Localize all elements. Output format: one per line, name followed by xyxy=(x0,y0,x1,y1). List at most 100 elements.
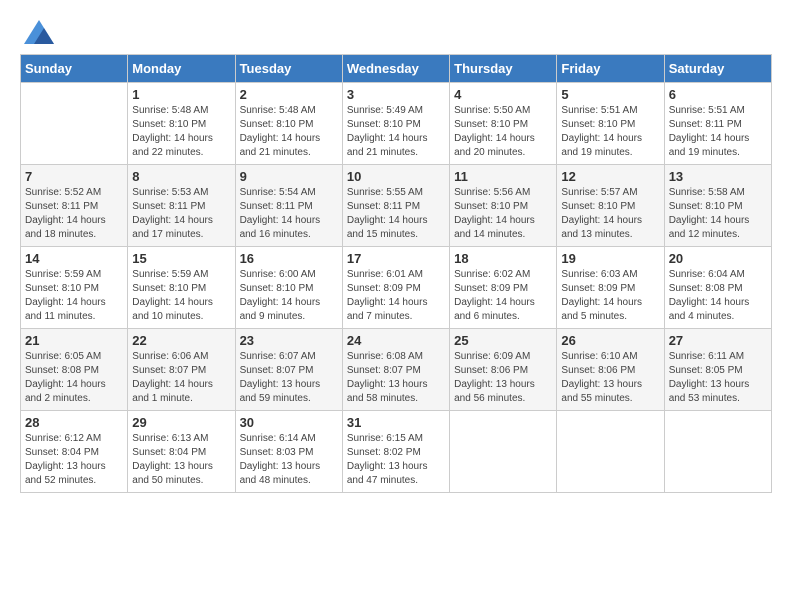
calendar-cell: 5Sunrise: 5:51 AM Sunset: 8:10 PM Daylig… xyxy=(557,83,664,165)
day-info: Sunrise: 5:53 AM Sunset: 8:11 PM Dayligh… xyxy=(132,186,230,242)
day-info: Sunrise: 6:09 AM Sunset: 8:06 PM Dayligh… xyxy=(454,350,552,406)
day-info: Sunrise: 5:48 AM Sunset: 8:10 PM Dayligh… xyxy=(132,104,230,160)
calendar-cell: 10 Sunrise: 5:55 AM Sunset: 8:11 PM Dayli… xyxy=(342,165,449,247)
day-info: Sunrise: 6:03 AM Sunset: 8:09 PM Dayligh… xyxy=(561,268,659,324)
weekday-header-row: SundayMondayTuesdayWednesdayThursdayFrid… xyxy=(21,55,772,83)
calendar-cell xyxy=(450,411,557,493)
calendar-cell: 20 Sunrise: 6:04 AM Sunset: 8:08 PM Dayli… xyxy=(664,247,771,329)
weekday-header-cell: Friday xyxy=(557,55,664,83)
logo xyxy=(20,20,54,44)
day-number: 18 xyxy=(454,251,552,266)
header xyxy=(20,20,772,44)
calendar-week-row: 1 Sunrise: 5:48 AM Sunset: 8:10 PM Daylig… xyxy=(21,83,772,165)
weekday-header-cell: Thursday xyxy=(450,55,557,83)
day-info: Sunrise: 6:11 AM Sunset: 8:05 PM Dayligh… xyxy=(669,350,767,406)
day-info: Sunrise: 5:54 AM Sunset: 8:11 PM Dayligh… xyxy=(240,186,338,242)
calendar-cell: 9 Sunrise: 5:54 AM Sunset: 8:11 PM Daylig… xyxy=(235,165,342,247)
calendar-cell: 29Sunrise: 6:13 AM Sunset: 8:04 PM Dayli… xyxy=(128,411,235,493)
day-number: 5 xyxy=(561,87,659,102)
calendar-cell: 14 Sunrise: 5:59 AM Sunset: 8:10 PM Dayli… xyxy=(21,247,128,329)
calendar-table: SundayMondayTuesdayWednesdayThursdayFrid… xyxy=(20,54,772,493)
day-info: Sunrise: 5:50 AM Sunset: 8:10 PM Dayligh… xyxy=(454,104,552,160)
calendar-cell: 25 Sunrise: 6:09 AM Sunset: 8:06 PM Dayli… xyxy=(450,329,557,411)
day-number: 4 xyxy=(454,87,552,102)
day-number: 17 xyxy=(347,251,445,266)
day-info: Sunrise: 5:57 AM Sunset: 8:10 PM Dayligh… xyxy=(561,186,659,242)
day-info: Sunrise: 6:13 AM Sunset: 8:04 PM Dayligh… xyxy=(132,432,230,488)
day-info: Sunrise: 6:00 AM Sunset: 8:10 PM Dayligh… xyxy=(240,268,338,324)
calendar-body: 1 Sunrise: 5:48 AM Sunset: 8:10 PM Daylig… xyxy=(21,83,772,493)
calendar-cell: 16 Sunrise: 6:00 AM Sunset: 8:10 PM Dayli… xyxy=(235,247,342,329)
calendar-cell: 24 Sunrise: 6:08 AM Sunset: 8:07 PM Dayli… xyxy=(342,329,449,411)
day-number: 21 xyxy=(25,333,123,348)
day-number: 6 xyxy=(669,87,767,102)
day-number: 26 xyxy=(561,333,659,348)
calendar-cell: 23 Sunrise: 6:07 AM Sunset: 8:07 PM Dayli… xyxy=(235,329,342,411)
day-number: 22 xyxy=(132,333,230,348)
calendar-cell: 6 Sunrise: 5:51 AM Sunset: 8:11 PM Daylig… xyxy=(664,83,771,165)
day-info: Sunrise: 5:55 AM Sunset: 8:11 PM Dayligh… xyxy=(347,186,445,242)
day-number: 9 xyxy=(240,169,338,184)
day-number: 24 xyxy=(347,333,445,348)
day-number: 3 xyxy=(347,87,445,102)
day-info: Sunrise: 5:51 AM Sunset: 8:11 PM Dayligh… xyxy=(669,104,767,160)
day-info: Sunrise: 6:14 AM Sunset: 8:03 PM Dayligh… xyxy=(240,432,338,488)
calendar-week-row: 28Sunrise: 6:12 AM Sunset: 8:04 PM Dayli… xyxy=(21,411,772,493)
day-info: Sunrise: 6:12 AM Sunset: 8:04 PM Dayligh… xyxy=(25,432,123,488)
day-info: Sunrise: 5:59 AM Sunset: 8:10 PM Dayligh… xyxy=(132,268,230,324)
calendar-week-row: 14 Sunrise: 5:59 AM Sunset: 8:10 PM Dayli… xyxy=(21,247,772,329)
weekday-header-cell: Sunday xyxy=(21,55,128,83)
day-number: 8 xyxy=(132,169,230,184)
weekday-header-cell: Tuesday xyxy=(235,55,342,83)
day-info: Sunrise: 5:58 AM Sunset: 8:10 PM Dayligh… xyxy=(669,186,767,242)
day-number: 27 xyxy=(669,333,767,348)
day-info: Sunrise: 6:10 AM Sunset: 8:06 PM Dayligh… xyxy=(561,350,659,406)
day-number: 11 xyxy=(454,169,552,184)
calendar-cell: 21 Sunrise: 6:05 AM Sunset: 8:08 PM Dayli… xyxy=(21,329,128,411)
calendar-cell: 13Sunrise: 5:58 AM Sunset: 8:10 PM Dayli… xyxy=(664,165,771,247)
day-number: 23 xyxy=(240,333,338,348)
calendar-cell xyxy=(664,411,771,493)
calendar-cell xyxy=(557,411,664,493)
calendar-cell: 27 Sunrise: 6:11 AM Sunset: 8:05 PM Dayli… xyxy=(664,329,771,411)
day-number: 2 xyxy=(240,87,338,102)
weekday-header-cell: Monday xyxy=(128,55,235,83)
day-number: 20 xyxy=(669,251,767,266)
day-info: Sunrise: 6:08 AM Sunset: 8:07 PM Dayligh… xyxy=(347,350,445,406)
calendar-cell: 30 Sunrise: 6:14 AM Sunset: 8:03 PM Dayli… xyxy=(235,411,342,493)
calendar-cell: 22 Sunrise: 6:06 AM Sunset: 8:07 PM Dayli… xyxy=(128,329,235,411)
day-info: Sunrise: 6:04 AM Sunset: 8:08 PM Dayligh… xyxy=(669,268,767,324)
day-info: Sunrise: 5:48 AM Sunset: 8:10 PM Dayligh… xyxy=(240,104,338,160)
calendar-cell: 19Sunrise: 6:03 AM Sunset: 8:09 PM Dayli… xyxy=(557,247,664,329)
day-number: 31 xyxy=(347,415,445,430)
day-number: 7 xyxy=(25,169,123,184)
calendar-cell: 18 Sunrise: 6:02 AM Sunset: 8:09 PM Dayli… xyxy=(450,247,557,329)
day-info: Sunrise: 6:01 AM Sunset: 8:09 PM Dayligh… xyxy=(347,268,445,324)
calendar-cell: 1 Sunrise: 5:48 AM Sunset: 8:10 PM Daylig… xyxy=(128,83,235,165)
day-info: Sunrise: 6:06 AM Sunset: 8:07 PM Dayligh… xyxy=(132,350,230,406)
day-info: Sunrise: 6:02 AM Sunset: 8:09 PM Dayligh… xyxy=(454,268,552,324)
day-number: 14 xyxy=(25,251,123,266)
calendar-cell: 3Sunrise: 5:49 AM Sunset: 8:10 PM Daylig… xyxy=(342,83,449,165)
calendar-cell: 4 Sunrise: 5:50 AM Sunset: 8:10 PM Daylig… xyxy=(450,83,557,165)
day-number: 10 xyxy=(347,169,445,184)
calendar-cell: 17 Sunrise: 6:01 AM Sunset: 8:09 PM Dayli… xyxy=(342,247,449,329)
day-info: Sunrise: 6:05 AM Sunset: 8:08 PM Dayligh… xyxy=(25,350,123,406)
day-number: 12 xyxy=(561,169,659,184)
day-number: 16 xyxy=(240,251,338,266)
calendar-cell: 11 Sunrise: 5:56 AM Sunset: 8:10 PM Dayli… xyxy=(450,165,557,247)
day-number: 25 xyxy=(454,333,552,348)
day-info: Sunrise: 6:07 AM Sunset: 8:07 PM Dayligh… xyxy=(240,350,338,406)
day-info: Sunrise: 5:56 AM Sunset: 8:10 PM Dayligh… xyxy=(454,186,552,242)
calendar-cell: 2 Sunrise: 5:48 AM Sunset: 8:10 PM Daylig… xyxy=(235,83,342,165)
calendar-week-row: 21 Sunrise: 6:05 AM Sunset: 8:08 PM Dayli… xyxy=(21,329,772,411)
day-number: 30 xyxy=(240,415,338,430)
day-info: Sunrise: 5:59 AM Sunset: 8:10 PM Dayligh… xyxy=(25,268,123,324)
calendar-cell: 12 Sunrise: 5:57 AM Sunset: 8:10 PM Dayli… xyxy=(557,165,664,247)
calendar-cell: 26 Sunrise: 6:10 AM Sunset: 8:06 PM Dayli… xyxy=(557,329,664,411)
calendar-week-row: 7Sunrise: 5:52 AM Sunset: 8:11 PM Daylig… xyxy=(21,165,772,247)
day-number: 1 xyxy=(132,87,230,102)
calendar-cell: 31Sunrise: 6:15 AM Sunset: 8:02 PM Dayli… xyxy=(342,411,449,493)
calendar-cell: 7Sunrise: 5:52 AM Sunset: 8:11 PM Daylig… xyxy=(21,165,128,247)
logo-icon xyxy=(24,20,54,44)
